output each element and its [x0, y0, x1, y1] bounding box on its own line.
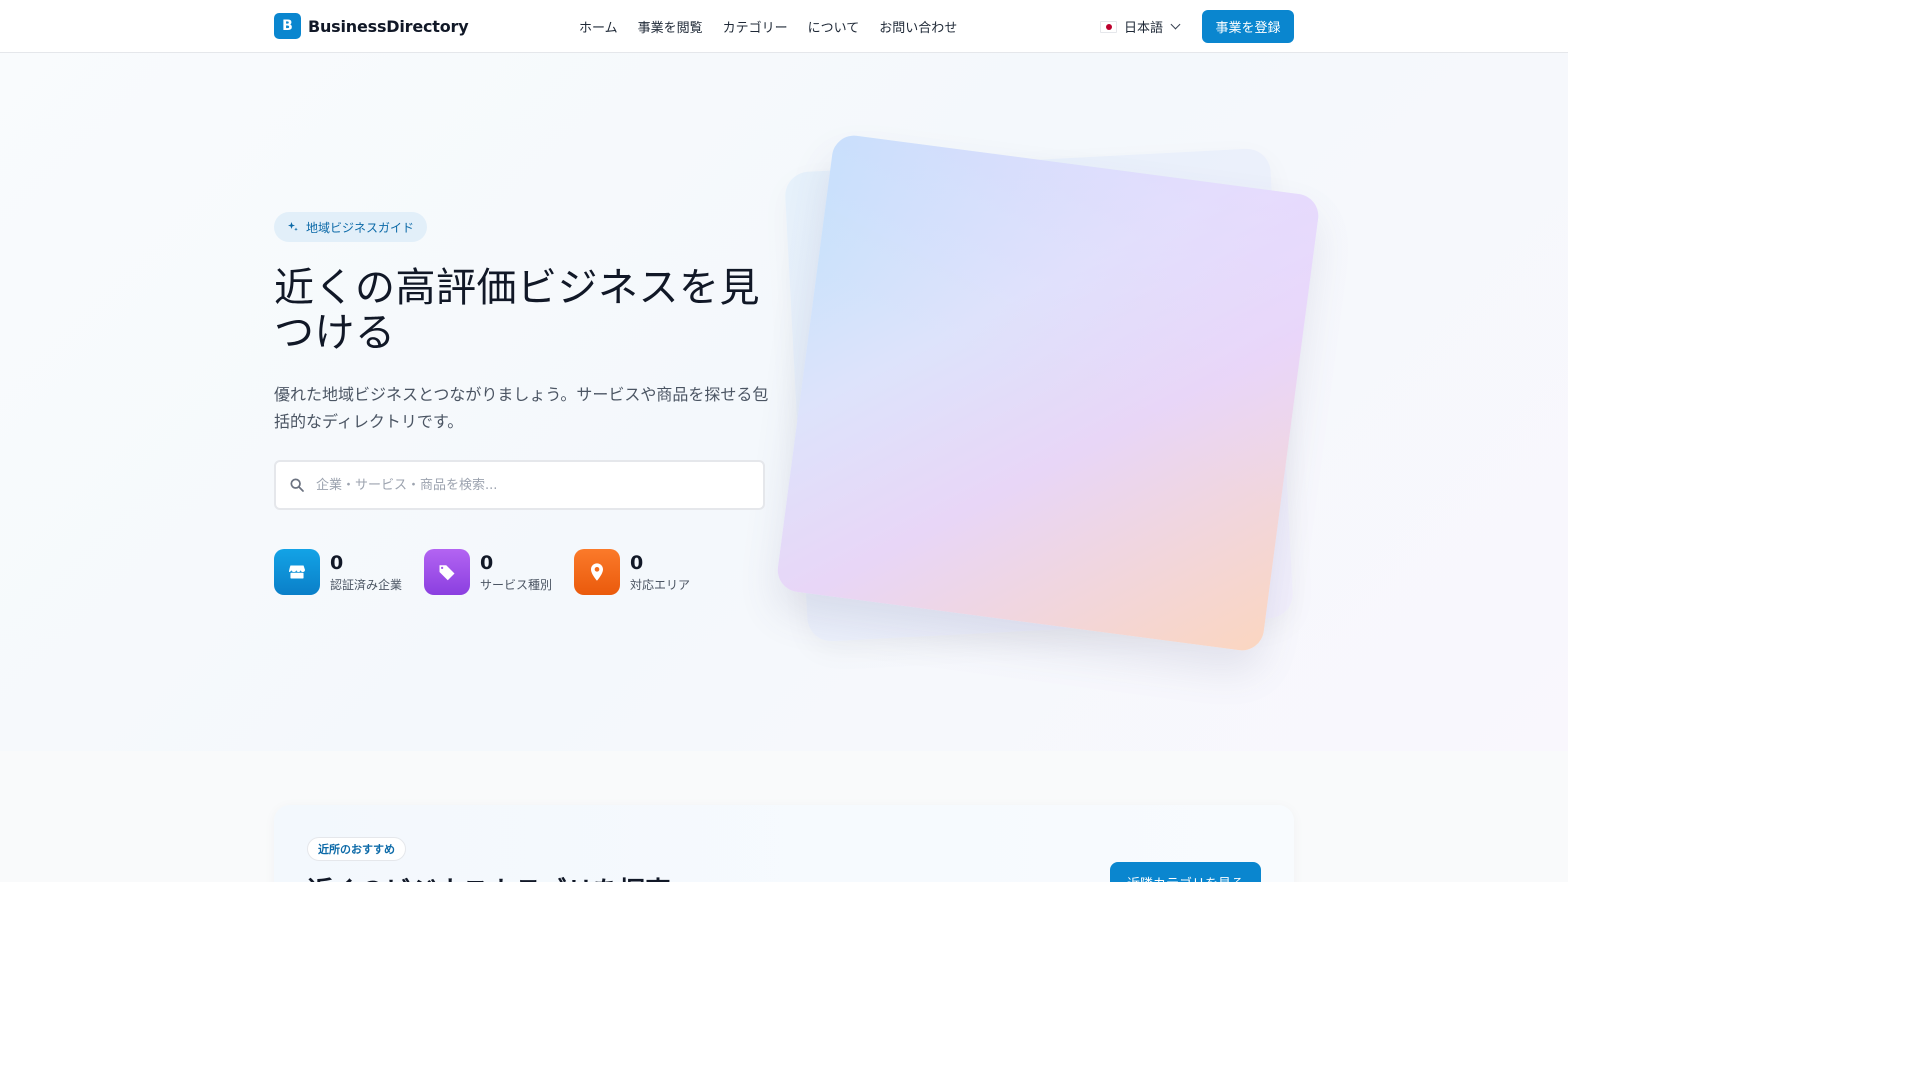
nav-about[interactable]: について: [808, 17, 860, 36]
logo-badge: B: [274, 13, 301, 39]
explore-section: 近所のおすすめ 近くのビジネスカテゴリを探索 近隣カテゴリを見る: [0, 751, 1568, 882]
view-nearby-categories-button[interactable]: 近隣カテゴリを見る: [1110, 862, 1261, 882]
stat-service-types: 0 サービス種別: [424, 549, 574, 595]
sparkles-icon: [288, 222, 298, 231]
hero-headline: 近くの高評価ビジネスを見つける: [274, 265, 760, 356]
nav-home[interactable]: ホーム: [579, 17, 618, 36]
stat-value: 0: [330, 551, 344, 574]
stats-row: 0 認証済み企業 0 サービス種別 0 対応エリア: [274, 549, 724, 595]
hero-pill-label: 地域ビジネスガイド: [306, 220, 415, 235]
stat-label: 認証済み企業: [330, 577, 403, 592]
logo-text: BusinessDirectory: [308, 16, 469, 36]
language-selector[interactable]: 日本語: [1100, 17, 1181, 36]
explore-pill: 近所のおすすめ: [307, 837, 406, 861]
stat-value: 0: [480, 551, 494, 574]
hero-pill: 地域ビジネスガイド: [274, 212, 428, 242]
search-box: [274, 460, 765, 510]
stat-label: 対応エリア: [630, 577, 691, 592]
hero-section: 地域ビジネスガイド 近くの高評価ビジネスを見つける 優れた地域ビジネスとつながり…: [0, 53, 1568, 751]
chevron-down-icon: [1170, 19, 1181, 30]
language-label: 日本語: [1124, 21, 1164, 36]
hero-decor-card-front: [775, 132, 1321, 654]
nav-browse[interactable]: 事業を閲覧: [638, 17, 703, 36]
search-input[interactable]: [316, 462, 756, 508]
stat-label: サービス種別: [480, 577, 553, 592]
store-icon: [274, 549, 320, 595]
stat-value: 0: [630, 551, 644, 574]
nav-contact[interactable]: お問い合わせ: [879, 17, 957, 36]
nav-categories[interactable]: カテゴリー: [723, 17, 788, 36]
map-pin-icon: [574, 549, 620, 595]
register-business-button[interactable]: 事業を登録: [1202, 10, 1294, 43]
stat-verified-businesses: 0 認証済み企業: [274, 549, 424, 595]
explore-card: 近所のおすすめ 近くのビジネスカテゴリを探索 近隣カテゴリを見る: [274, 805, 1294, 882]
explore-title: 近くのビジネスカテゴリを探索: [307, 871, 671, 882]
main-nav: ホーム 事業を閲覧 カテゴリー について お問い合わせ: [579, 17, 977, 36]
hero-subtext: 優れた地域ビジネスとつながりましょう。サービスや商品を探せる包括的なディレクトリ…: [274, 385, 769, 431]
search-icon: [290, 478, 304, 492]
logo[interactable]: B BusinessDirectory: [274, 13, 469, 39]
stat-service-areas: 0 対応エリア: [574, 549, 724, 595]
site-header: B BusinessDirectory ホーム 事業を閲覧 カテゴリー について…: [0, 0, 1568, 53]
tag-icon: [424, 549, 470, 595]
japan-flag-icon: [1100, 20, 1117, 33]
